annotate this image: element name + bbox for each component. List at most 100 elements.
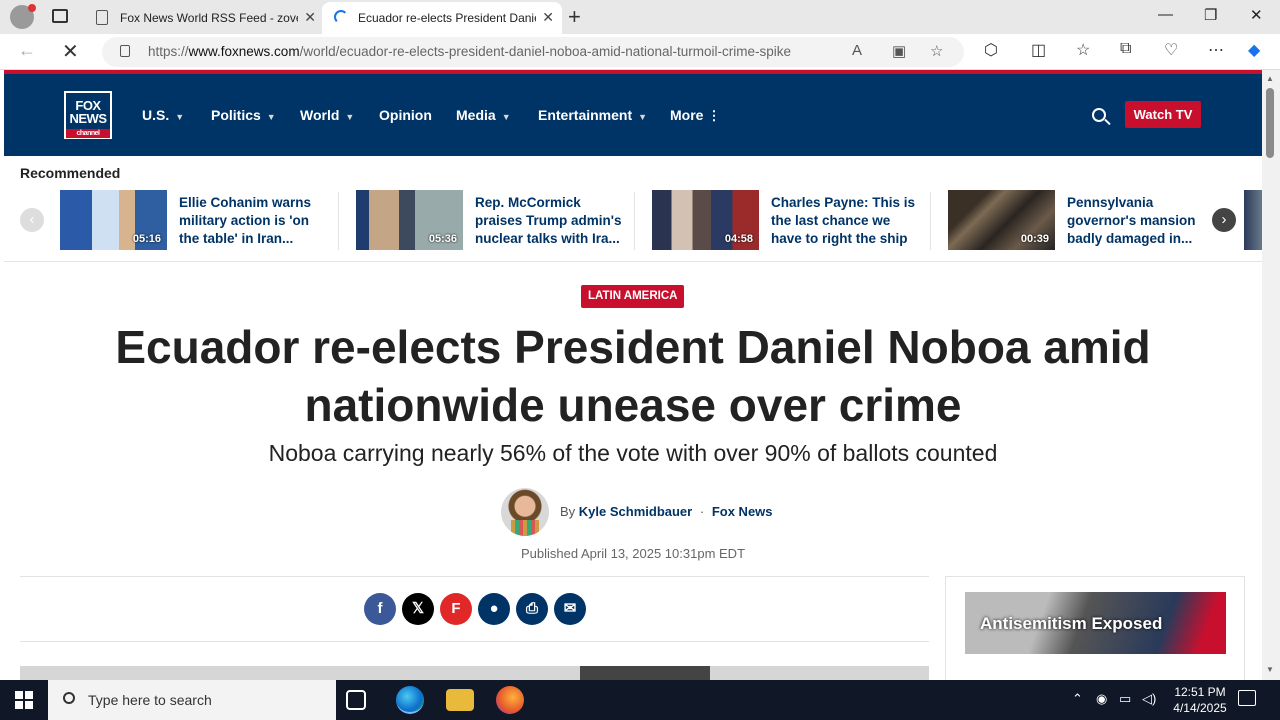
recommended-video-card[interactable]: 05:36 Rep. McCormick praises Trump admin… <box>356 190 638 252</box>
collections-icon[interactable]: ⧉ <box>1120 40 1131 58</box>
nav-label: Opinion <box>379 107 432 123</box>
read-aloud-icon[interactable]: A <box>852 42 862 59</box>
split-screen-icon[interactable]: ◫ <box>1031 40 1046 60</box>
article-subheadline: Noboa carrying nearly 56% of the vote wi… <box>268 440 998 466</box>
nav-label: Entertainment <box>538 107 633 123</box>
task-view-icon[interactable] <box>346 690 366 710</box>
url-host: www.foxnews.com <box>188 44 300 59</box>
article-hero-image[interactable] <box>20 666 929 680</box>
video-headline[interactable]: Pennsylvania governor's mansion badly da… <box>1067 194 1217 248</box>
browser-tab-rss-feed[interactable]: Fox News World RSS Feed - zove ✕ <box>84 2 324 34</box>
restore-button[interactable]: ❐ <box>1204 6 1217 24</box>
tab-close-icon[interactable]: ✕ <box>304 9 316 26</box>
ad-title[interactable]: Antisemitism Exposed <box>980 614 1162 634</box>
new-tab-button[interactable]: + <box>568 4 581 30</box>
logo-text-bottom: channel <box>66 129 110 138</box>
nav-more[interactable]: More ⋮ <box>670 107 720 124</box>
page-icon <box>96 10 108 25</box>
browser-tab-active[interactable]: Ecuador re-elects President Danie ✕ <box>322 2 562 34</box>
copilot-icon[interactable]: ◆ <box>1248 40 1260 60</box>
carousel-prev-button[interactable]: ‹ <box>20 208 44 232</box>
scroll-down-icon[interactable]: ▼ <box>1266 665 1274 674</box>
video-thumbnail[interactable]: 04:58 <box>652 190 759 250</box>
url-text[interactable]: https://www.foxnews.com/world/ecuador-re… <box>148 44 791 59</box>
minimize-button[interactable]: — <box>1158 6 1173 23</box>
x-share-button[interactable]: 𝕏 <box>402 593 434 625</box>
volume-icon[interactable]: ◁) <box>1142 691 1156 707</box>
profile-avatar-icon[interactable] <box>10 4 36 29</box>
print-button[interactable]: ⎙ <box>516 593 548 625</box>
system-clock[interactable]: 12:51 PM 4/14/2025 <box>1160 684 1240 716</box>
page-scrollbar[interactable]: ▲ ▼ <box>1262 70 1280 680</box>
notification-center-icon[interactable] <box>1238 690 1256 706</box>
favorites-icon[interactable]: ☆ <box>1076 40 1090 60</box>
clock-time: 12:51 PM <box>1174 685 1226 699</box>
chevron-down-icon: ▼ <box>501 112 511 122</box>
favorite-star-icon[interactable]: ☆ <box>930 42 943 60</box>
nav-world[interactable]: World ▼ <box>300 107 354 123</box>
nav-entertainment[interactable]: Entertainment ▼ <box>538 107 647 123</box>
video-thumbnail[interactable]: 00:39 <box>948 190 1055 250</box>
video-headline[interactable]: Rep. McCormick praises Trump admin's nuc… <box>475 194 625 248</box>
browser-essentials-icon[interactable]: ♡ <box>1164 40 1178 60</box>
chevron-down-icon: ▼ <box>345 112 355 122</box>
meet-now-icon[interactable]: ◉ <box>1096 691 1107 707</box>
nav-opinion[interactable]: Opinion <box>379 107 432 123</box>
email-share-button[interactable]: ✉ <box>554 593 586 625</box>
extensions-icon[interactable]: ⬡ <box>984 40 998 60</box>
comments-button[interactable]: ● <box>478 593 510 625</box>
tab-actions-icon[interactable] <box>52 9 68 23</box>
facebook-share-button[interactable]: f <box>364 593 396 625</box>
watch-tv-button[interactable]: Watch TV <box>1125 101 1201 128</box>
share-bar <box>20 576 929 642</box>
recommended-video-card[interactable]: 04:58 Charles Payne: This is the last ch… <box>652 190 934 252</box>
lock-icon[interactable] <box>120 45 130 57</box>
video-thumbnail[interactable]: 05:16 <box>60 190 167 250</box>
outlet-link[interactable]: Fox News <box>712 504 773 519</box>
show-hidden-icons-icon[interactable]: ⌃ <box>1072 691 1083 707</box>
more-dots-icon: ⋮ <box>707 108 721 123</box>
video-headline[interactable]: Ellie Cohanim warns military action is '… <box>179 194 329 248</box>
url-field[interactable]: https://www.foxnews.com/world/ecuador-re… <box>102 37 964 67</box>
nav-label: Media <box>456 107 496 123</box>
author-link[interactable]: Kyle Schmidbauer <box>579 504 692 519</box>
nav-label: More <box>670 107 704 123</box>
logo-text-mid: NEWS <box>69 111 108 126</box>
recommended-title: Recommended <box>20 165 121 181</box>
file-explorer-icon[interactable] <box>446 689 474 711</box>
video-thumbnail[interactable]: 05:36 <box>356 190 463 250</box>
immersive-reader-icon[interactable]: ▣ <box>892 42 906 60</box>
site-header: FOX NEWS channel U.S. ▼ Politics ▼ World ▼ … <box>4 74 1262 156</box>
recommended-video-card[interactable]: 00:39 Pennsylvania governor's mansion ba… <box>948 190 1230 252</box>
partial-video-thumbnail[interactable] <box>1244 190 1262 250</box>
settings-more-icon[interactable]: ⋯ <box>1208 40 1224 60</box>
flipboard-share-button[interactable]: F <box>440 593 472 625</box>
search-icon[interactable] <box>1092 108 1106 122</box>
nav-media[interactable]: Media ▼ <box>456 107 511 123</box>
taskbar-search-box[interactable]: Type here to search <box>48 680 336 720</box>
windows-start-icon[interactable] <box>15 691 33 709</box>
sidebar-ad[interactable]: Antisemitism Exposed <box>945 576 1245 680</box>
video-duration: 04:58 <box>724 233 753 245</box>
video-headline[interactable]: Charles Payne: This is the last chance w… <box>771 194 921 248</box>
scrollbar-thumb[interactable] <box>1266 88 1274 158</box>
firefox-icon[interactable] <box>496 686 524 714</box>
recommended-video-card[interactable]: 05:16 Ellie Cohanim warns military actio… <box>60 190 342 252</box>
stop-loading-icon[interactable]: ✕ <box>62 39 79 64</box>
edge-browser-icon[interactable] <box>396 686 424 714</box>
close-window-button[interactable]: ✕ <box>1250 6 1263 24</box>
video-duration: 05:16 <box>132 233 161 245</box>
windows-taskbar: Type here to search ⌃ ◉ ▭ ◁) 12:51 PM 4/… <box>0 680 1280 720</box>
author-avatar[interactable] <box>501 488 549 536</box>
nav-us[interactable]: U.S. ▼ <box>142 107 184 123</box>
fox-news-logo[interactable]: FOX NEWS channel <box>64 91 112 139</box>
back-arrow-icon[interactable]: ← <box>18 40 36 61</box>
scroll-up-icon[interactable]: ▲ <box>1266 74 1274 83</box>
nav-label: Politics <box>211 107 261 123</box>
byline-prefix: By <box>560 504 576 519</box>
tab-title: Ecuador re-elects President Danie <box>358 11 536 25</box>
nav-politics[interactable]: Politics ▼ <box>211 107 276 123</box>
category-label[interactable]: LATIN AMERICA <box>581 285 685 308</box>
tab-close-icon[interactable]: ✕ <box>542 9 554 26</box>
network-icon[interactable]: ▭ <box>1119 691 1131 707</box>
